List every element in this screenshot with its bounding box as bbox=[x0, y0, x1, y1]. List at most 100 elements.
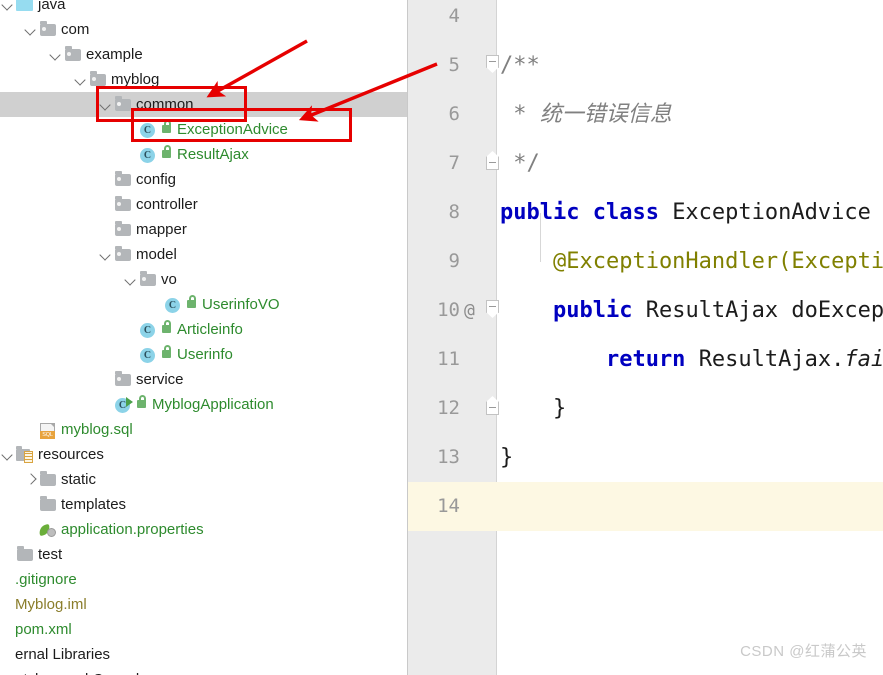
editor-line[interactable]: 13} bbox=[408, 433, 883, 482]
tree-node-label: controller bbox=[136, 196, 198, 213]
tree-node[interactable]: application.properties bbox=[0, 517, 407, 542]
editor-line[interactable]: 14 bbox=[408, 482, 883, 531]
tree-node-label: UserinfoVO bbox=[202, 296, 280, 313]
annotation-gutter-marker[interactable]: @ bbox=[464, 286, 475, 335]
spring-leaf-icon bbox=[38, 520, 58, 540]
tree-node[interactable]: example bbox=[0, 42, 407, 67]
indent-guide bbox=[540, 213, 541, 262]
line-number: 14 bbox=[437, 495, 460, 517]
chevron-down-icon[interactable] bbox=[73, 67, 88, 92]
editor-line[interactable]: 4 bbox=[408, 0, 883, 41]
tree-node[interactable]: test bbox=[0, 542, 407, 567]
chevron-down-icon[interactable] bbox=[98, 242, 113, 267]
tree-node[interactable]: .gitignore bbox=[0, 567, 407, 592]
tree-node-label: vo bbox=[161, 271, 177, 288]
editor-line[interactable]: 9 @ExceptionHandler(Excepti bbox=[408, 237, 883, 286]
tree-node-label: atches and Consoles bbox=[15, 671, 155, 675]
tree-node[interactable]: atches and Consoles bbox=[0, 667, 407, 675]
tree-node[interactable]: templates bbox=[0, 492, 407, 517]
line-number: 6 bbox=[448, 103, 460, 125]
tree-node[interactable]: model bbox=[0, 242, 407, 267]
tree-node[interactable]: service bbox=[0, 367, 407, 392]
folder-plain-icon bbox=[38, 470, 58, 490]
tree-node[interactable]: C UserinfoVO bbox=[0, 292, 407, 317]
folder-plain-icon bbox=[15, 545, 35, 565]
fold-region-end-icon[interactable] bbox=[486, 157, 499, 170]
line-number: 10 bbox=[437, 299, 460, 321]
chevron-down-icon[interactable] bbox=[23, 17, 38, 42]
code-text: } bbox=[500, 433, 513, 482]
line-number: 5 bbox=[448, 54, 460, 76]
tree-node[interactable]: C MyblogApplication bbox=[0, 392, 407, 417]
tree-node[interactable]: com bbox=[0, 17, 407, 42]
tree-node[interactable]: vo bbox=[0, 267, 407, 292]
code-text: } bbox=[500, 384, 566, 433]
tree-node-label: Myblog.iml bbox=[15, 596, 87, 613]
tree-node-label: model bbox=[136, 246, 177, 263]
chevron-down-icon[interactable] bbox=[123, 267, 138, 292]
editor-line[interactable]: 7 */ bbox=[408, 139, 883, 188]
chevron-down-icon[interactable] bbox=[0, 442, 15, 467]
tree-node[interactable]: config bbox=[0, 167, 407, 192]
tree-node[interactable]: controller bbox=[0, 192, 407, 217]
tree-node-label: MyblogApplication bbox=[152, 396, 274, 413]
folder-icon bbox=[38, 20, 58, 40]
code-token: ResultAjax doExcep bbox=[645, 298, 883, 323]
tree-node[interactable]: java bbox=[0, 0, 407, 17]
fold-region-start-icon[interactable] bbox=[486, 300, 499, 313]
tree-node[interactable]: static bbox=[0, 467, 407, 492]
folder-icon bbox=[113, 195, 133, 215]
folder-icon bbox=[113, 220, 133, 240]
editor-line[interactable]: 5 /** bbox=[408, 41, 883, 90]
tree-node[interactable]: mapper bbox=[0, 217, 407, 242]
editor-line[interactable]: 8 public class ExceptionAdvice bbox=[408, 188, 883, 237]
tree-node[interactable]: Myblog.iml bbox=[0, 592, 407, 617]
editor-line[interactable]: 11 return ResultAjax.fai bbox=[408, 335, 883, 384]
line-number: 13 bbox=[437, 446, 460, 468]
code-token: ExceptionAdvice bbox=[672, 200, 871, 225]
fold-region-end-icon[interactable] bbox=[486, 402, 499, 415]
editor-pane[interactable]: 4 5 /** 6 * 统一错误信息 7 */8 public class Excepti… bbox=[408, 0, 883, 675]
source-root-java-icon bbox=[15, 0, 35, 15]
tree-node[interactable]: C ResultAjax bbox=[0, 142, 407, 167]
tree-node[interactable]: C Articleinfo bbox=[0, 317, 407, 342]
chevron-down-icon[interactable] bbox=[0, 0, 15, 17]
code-token: /** bbox=[500, 53, 540, 78]
public-lock-icon bbox=[136, 394, 149, 413]
line-number: 12 bbox=[437, 397, 460, 419]
line-number: 4 bbox=[448, 5, 460, 27]
folder-icon bbox=[113, 370, 133, 390]
editor-line[interactable]: 6 * 统一错误信息 bbox=[408, 90, 883, 139]
editor-line[interactable]: 12 } bbox=[408, 384, 883, 433]
tree-node-label: Userinfo bbox=[177, 346, 233, 363]
watermark: CSDN @红蒲公英 bbox=[740, 643, 867, 660]
tree-node-label: test bbox=[38, 546, 63, 563]
tree-node[interactable]: myblog.sql bbox=[0, 417, 407, 442]
tree-node[interactable]: ernal Libraries bbox=[0, 642, 407, 667]
tree-node[interactable]: resources bbox=[0, 442, 407, 467]
chevron-right-icon[interactable] bbox=[23, 467, 38, 492]
tree-node[interactable]: C Userinfo bbox=[0, 342, 407, 367]
code-token: @ExceptionHandler(Excepti bbox=[500, 249, 883, 274]
editor-line[interactable]: 10 @ public ResultAjax doExcep bbox=[408, 286, 883, 335]
tree-node[interactable]: pom.xml bbox=[0, 617, 407, 642]
line-number: 8 bbox=[448, 201, 460, 223]
chevron-down-icon[interactable] bbox=[48, 42, 63, 67]
fold-region-start-icon[interactable] bbox=[486, 55, 499, 68]
line-number: 11 bbox=[437, 348, 460, 370]
java-class-icon: C bbox=[138, 345, 158, 365]
